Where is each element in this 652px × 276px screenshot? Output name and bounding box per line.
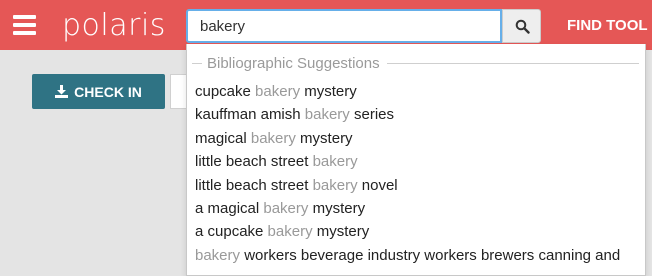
- search-icon: [515, 19, 530, 34]
- suggestions-title: Bibliographic Suggestions: [207, 55, 380, 72]
- suggestion-item[interactable]: bakery workers beverage industry workers…: [187, 244, 645, 267]
- suggestion-item[interactable]: little beach street bakery novel: [187, 174, 645, 197]
- download-icon: [55, 85, 69, 98]
- suggestion-item[interactable]: little beach street bakery: [187, 150, 645, 173]
- search-button[interactable]: [502, 9, 541, 43]
- find-tool-link[interactable]: FIND TOOL: [567, 17, 648, 34]
- header-divider-right: [387, 63, 639, 64]
- suggestions-header: Bibliographic Suggestions: [187, 54, 645, 74]
- check-in-button[interactable]: CHECK IN: [32, 74, 165, 109]
- brand-logo[interactable]: polaris: [62, 9, 166, 43]
- hamburger-menu-icon[interactable]: [13, 15, 36, 35]
- suggestion-item[interactable]: a magical bakery mystery: [187, 197, 645, 220]
- check-in-label: CHECK IN: [74, 83, 142, 100]
- top-navigation-bar: polaris FIND TOOL: [0, 0, 652, 50]
- suggestions-list: cupcake bakery mystery kauffman amish ba…: [187, 80, 645, 267]
- search-field[interactable]: [186, 9, 502, 43]
- search-input[interactable]: [188, 11, 500, 41]
- suggestion-item[interactable]: cupcake bakery mystery: [187, 80, 645, 103]
- search-suggestions-dropdown: Bibliographic Suggestions cupcake bakery…: [186, 44, 646, 276]
- suggestion-item[interactable]: magical bakery mystery: [187, 127, 645, 150]
- suggestion-item[interactable]: kauffman amish bakery series: [187, 103, 645, 126]
- header-divider-left: [192, 63, 202, 64]
- suggestion-item[interactable]: a cupcake bakery mystery: [187, 220, 645, 243]
